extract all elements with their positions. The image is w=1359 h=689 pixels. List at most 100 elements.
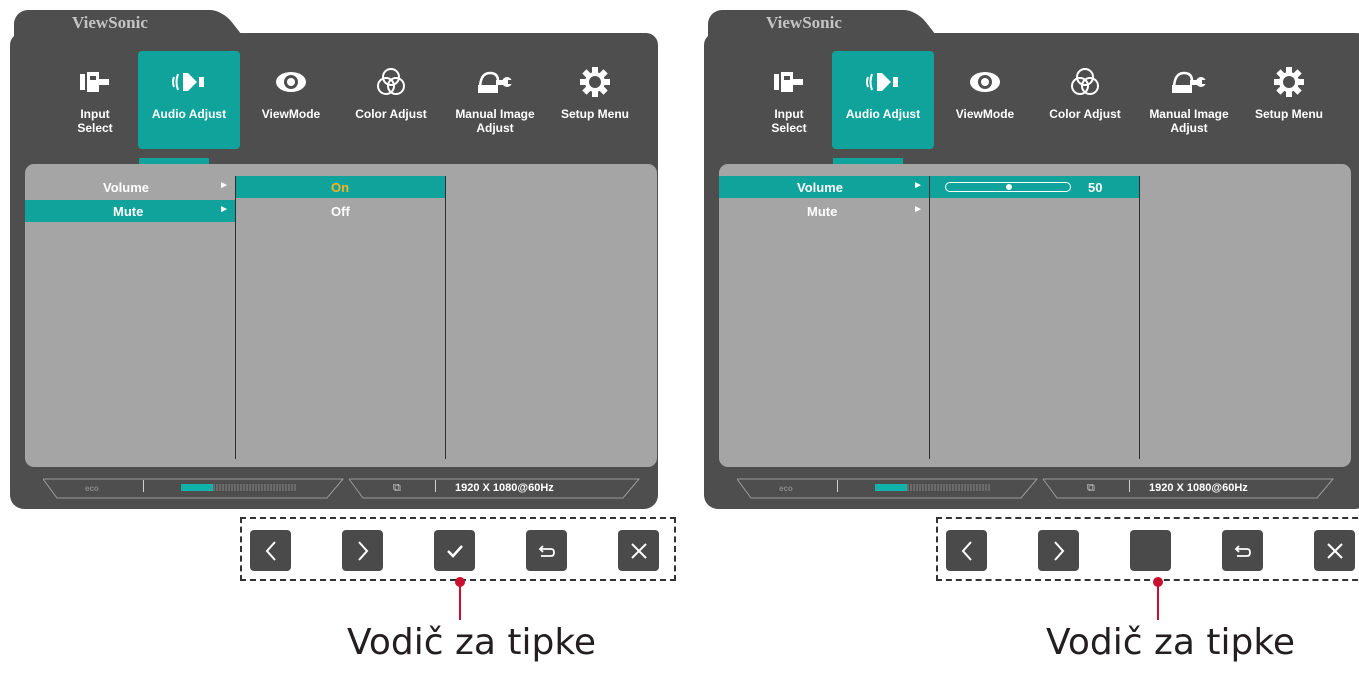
- tab-audio-adjust[interactable]: Audio Adjust: [138, 51, 240, 149]
- key-exit[interactable]: [618, 530, 659, 571]
- resolution-readout: 1920 X 1080@60Hz: [455, 482, 554, 494]
- key-left[interactable]: [946, 530, 987, 571]
- tab-label: Audio Adjust: [845, 107, 921, 121]
- tab-label: Audio Adjust: [151, 107, 227, 121]
- volume-value: 50: [1088, 180, 1103, 195]
- chevron-right-icon: [357, 540, 368, 561]
- status-separator: [1129, 480, 1130, 492]
- osd-panel-left: ViewSonic Input Select Audio Adjust View…: [0, 0, 676, 689]
- brand-logo: ViewSonic: [72, 13, 148, 32]
- triangle-right-icon: ►: [913, 180, 923, 191]
- key-confirm[interactable]: [434, 530, 475, 571]
- tab-label: Setup Menu: [561, 107, 629, 121]
- tab-label: Manual Image Adjust: [455, 107, 535, 135]
- column-divider: [1139, 176, 1140, 459]
- tab-color-adjust[interactable]: Color Adjust: [340, 51, 442, 149]
- osd-panel-right: ViewSonic Input Select Audio Adjust View…: [694, 0, 1359, 689]
- tab-manual-image-adjust[interactable]: Manual Image Adjust: [444, 51, 546, 149]
- menu-item-volume[interactable]: Volume ►: [25, 176, 235, 198]
- check-icon: [446, 544, 463, 558]
- volume-slider[interactable]: [945, 182, 1071, 192]
- eco-level-empty: [213, 484, 296, 491]
- eye-icon: [934, 65, 1036, 99]
- status-bar: eco ⧉ 1920 X 1080@60Hz: [43, 478, 639, 498]
- wrench-hand-icon: [1138, 65, 1240, 99]
- color-circles-icon: [1034, 65, 1136, 99]
- tab-setup-menu[interactable]: Setup Menu: [1238, 51, 1340, 149]
- triangle-right-icon: ►: [913, 204, 923, 215]
- eco-level-empty: [907, 484, 990, 491]
- menu-item-mute[interactable]: Mute ►: [25, 200, 235, 222]
- tab-label: Manual Image Adjust: [1149, 107, 1229, 135]
- key-left[interactable]: [250, 530, 291, 571]
- tab-manual-image-adjust[interactable]: Manual Image Adjust: [1138, 51, 1240, 149]
- key-guide-caption: Vodič za tipke: [347, 622, 597, 663]
- eco-level-meter: [181, 484, 296, 491]
- tab-viewmode[interactable]: ViewMode: [934, 51, 1036, 149]
- external-link-icon: ⧉: [1087, 482, 1095, 494]
- chevron-left-icon: [961, 540, 972, 561]
- osd-main-tabs: Input Select Audio Adjust ViewMode Color…: [738, 51, 1328, 149]
- gear-icon: [544, 65, 646, 99]
- tab-viewmode[interactable]: ViewMode: [240, 51, 342, 149]
- speaker-icon: [138, 65, 240, 99]
- menu-item-label: Mute: [113, 204, 144, 219]
- resolution-readout: 1920 X 1080@60Hz: [1149, 482, 1248, 494]
- column-divider: [445, 176, 446, 459]
- option-on[interactable]: On: [236, 176, 445, 198]
- chevron-right-icon: [1053, 540, 1064, 561]
- status-separator: [143, 480, 144, 492]
- tab-color-adjust[interactable]: Color Adjust: [1034, 51, 1136, 149]
- status-separator: [435, 480, 436, 492]
- key-guide: [936, 517, 1359, 581]
- input-select-icon: [44, 65, 146, 99]
- gear-icon: [1238, 65, 1340, 99]
- eco-level-meter: [875, 484, 990, 491]
- key-right[interactable]: [1038, 530, 1079, 571]
- key-guide-caption: Vodič za tipke: [1046, 622, 1296, 663]
- key-return[interactable]: [526, 530, 567, 571]
- menu-item-label: Mute: [807, 204, 838, 219]
- column-divider: [929, 176, 930, 459]
- eco-level-fill: [875, 484, 907, 491]
- speaker-icon: [832, 65, 934, 99]
- tab-label: Color Adjust: [355, 107, 427, 121]
- chevron-left-icon: [265, 540, 276, 561]
- tab-label: Color Adjust: [1049, 107, 1121, 121]
- menu-item-mute[interactable]: Mute ►: [719, 200, 929, 222]
- pointer-line: [1157, 581, 1159, 620]
- eye-icon: [240, 65, 342, 99]
- menu-item-label: Volume: [797, 180, 843, 195]
- tab-input-select[interactable]: Input Select: [44, 51, 146, 149]
- close-icon: [1326, 542, 1343, 559]
- key-blank[interactable]: [1130, 530, 1171, 571]
- brand-logo: ViewSonic: [766, 13, 842, 32]
- tab-label: Input Select: [771, 107, 807, 135]
- osd-content-area: Volume ► Mute ► 50: [719, 164, 1351, 467]
- tab-label: ViewMode: [261, 107, 321, 121]
- return-icon: [538, 544, 555, 557]
- key-guide: [240, 517, 676, 581]
- tab-label: Setup Menu: [1255, 107, 1323, 121]
- key-exit[interactable]: [1314, 530, 1355, 571]
- status-bar: eco ⧉ 1920 X 1080@60Hz: [737, 478, 1333, 498]
- eco-leaf-icon: eco: [85, 484, 99, 493]
- key-right[interactable]: [342, 530, 383, 571]
- osd-content-area: Volume ► Mute ► On Off: [25, 164, 657, 467]
- eco-level-fill: [181, 484, 213, 491]
- volume-slider-row[interactable]: 50: [930, 176, 1139, 198]
- option-off[interactable]: Off: [236, 200, 445, 222]
- tab-audio-adjust[interactable]: Audio Adjust: [832, 51, 934, 149]
- tab-setup-menu[interactable]: Setup Menu: [544, 51, 646, 149]
- menu-item-label: Volume: [103, 180, 149, 195]
- option-label: On: [331, 180, 350, 195]
- tab-input-select[interactable]: Input Select: [738, 51, 840, 149]
- volume-slider-knob[interactable]: [1006, 184, 1012, 190]
- menu-item-volume[interactable]: Volume ►: [719, 176, 929, 198]
- key-return[interactable]: [1222, 530, 1263, 571]
- external-link-icon: ⧉: [393, 482, 401, 494]
- tab-label: Input Select: [77, 107, 113, 135]
- osd-main-tabs: Input Select Audio Adjust ViewMode Color…: [44, 51, 634, 149]
- tab-label: ViewMode: [955, 107, 1015, 121]
- status-separator: [837, 480, 838, 492]
